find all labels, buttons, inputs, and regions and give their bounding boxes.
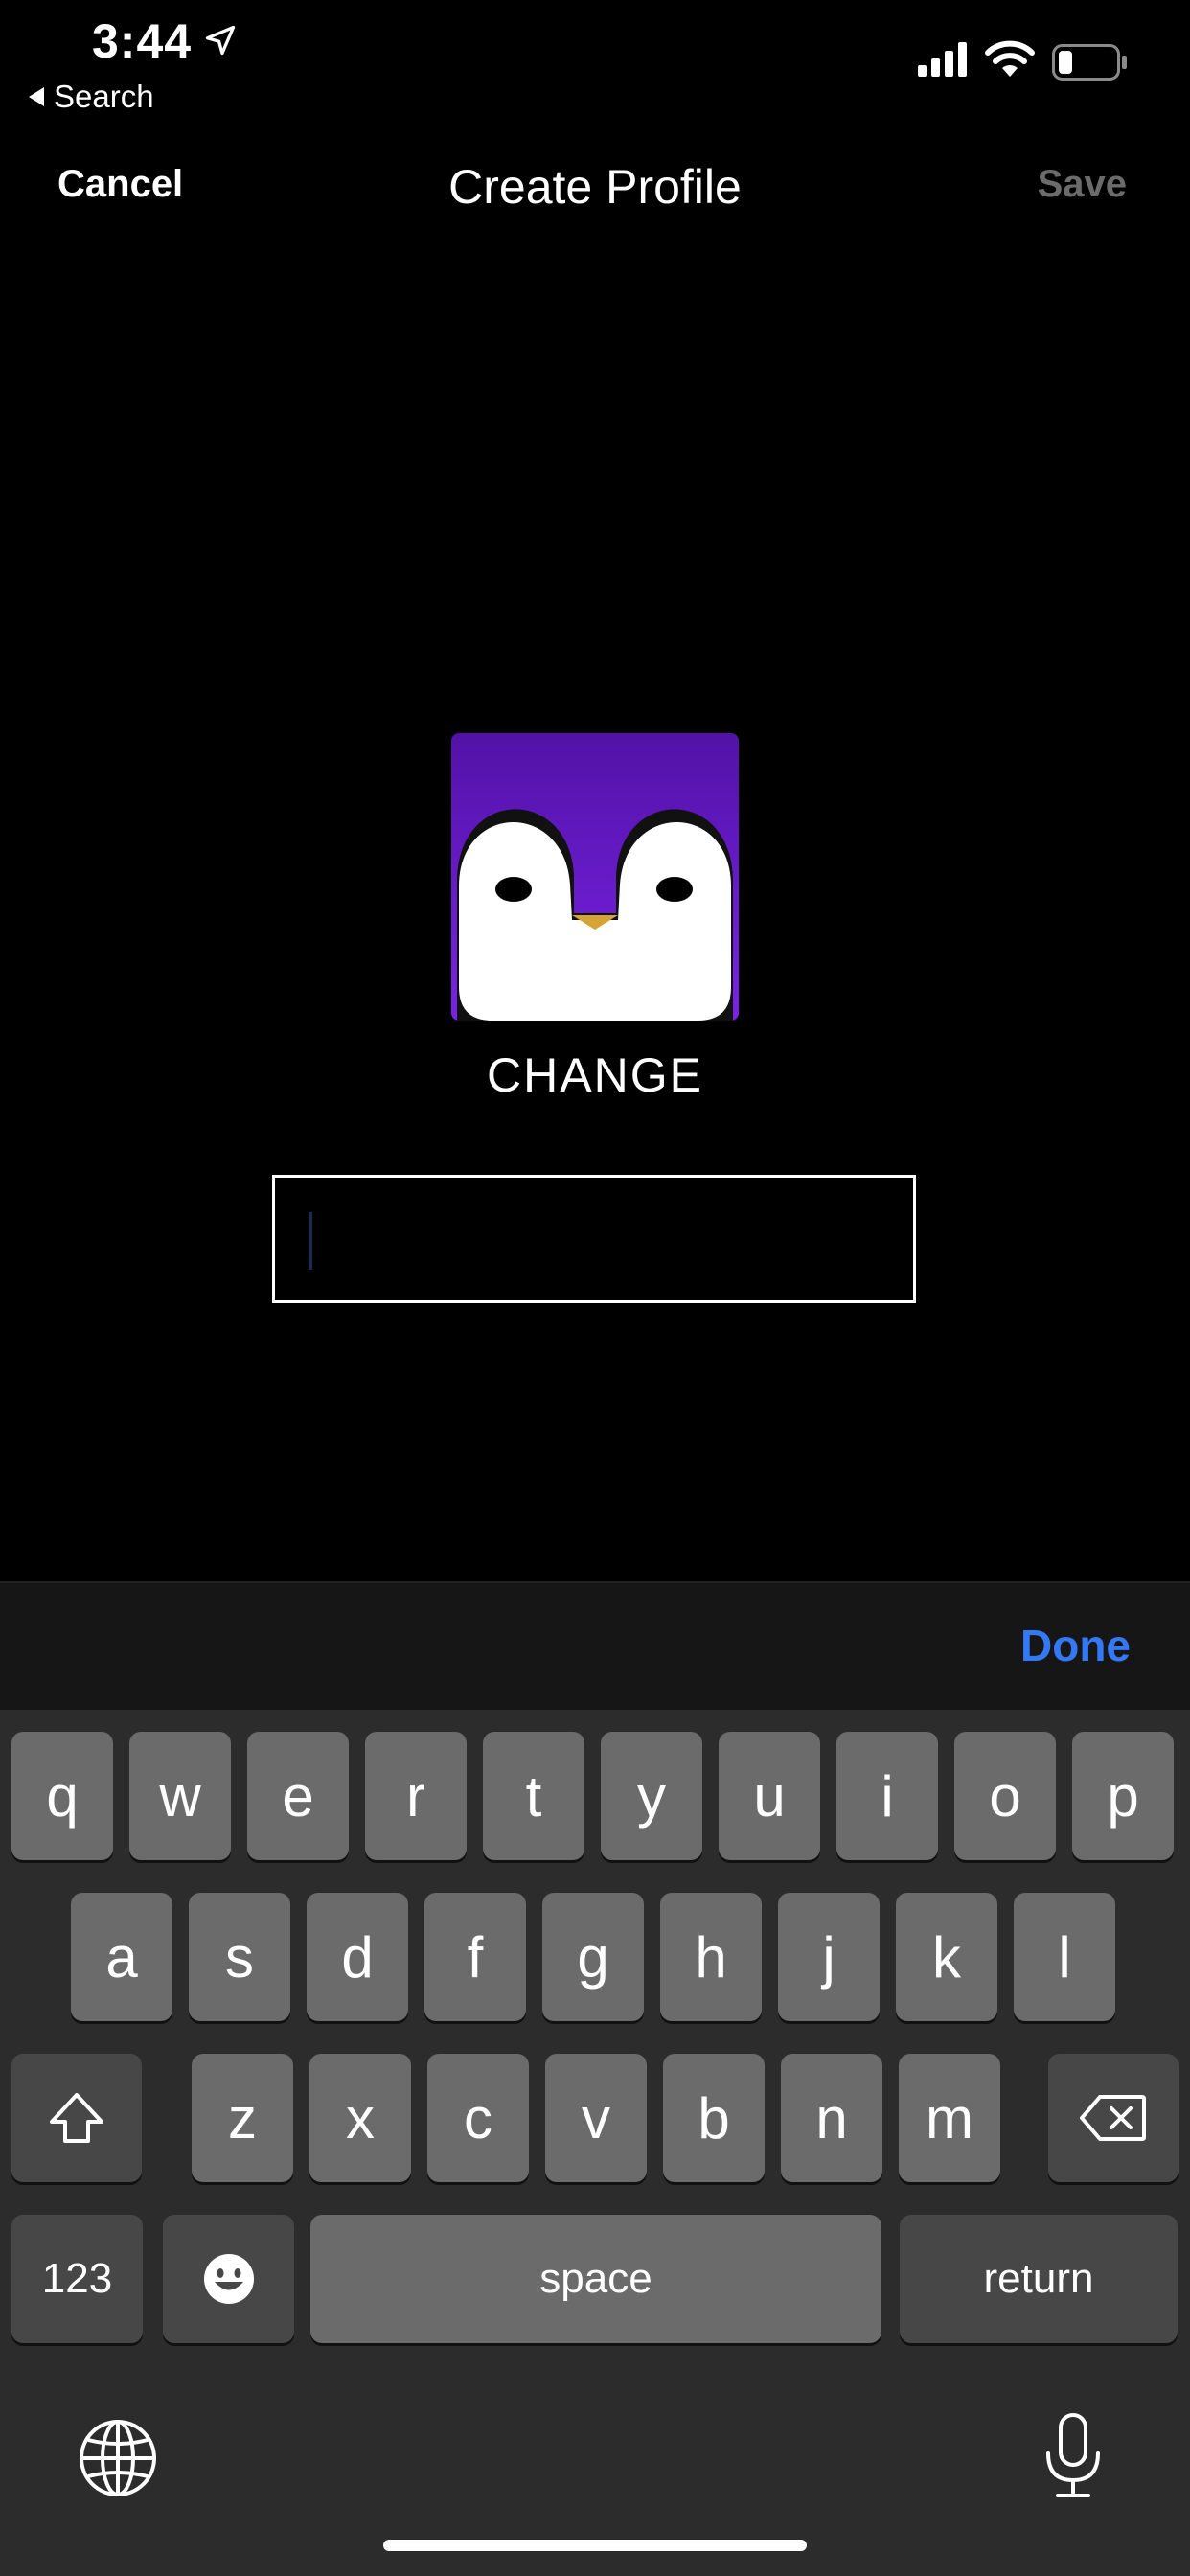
status-time: 3:44: [92, 14, 193, 68]
key-x[interactable]: x: [309, 2054, 411, 2182]
key-q[interactable]: q: [11, 1732, 113, 1860]
key-a[interactable]: a: [71, 1893, 172, 2021]
key-d[interactable]: d: [307, 1893, 408, 2021]
shift-arrow-icon: [50, 2093, 103, 2143]
back-triangle-icon: [29, 87, 44, 106]
key-i[interactable]: i: [836, 1732, 938, 1860]
emoji-key[interactable]: [163, 2215, 294, 2343]
page-title: Create Profile: [448, 160, 742, 214]
save-button[interactable]: Save: [1038, 163, 1127, 206]
cellular-signal-icon: [918, 42, 967, 77]
key-z[interactable]: z: [192, 2054, 293, 2182]
key-h[interactable]: h: [660, 1893, 762, 2021]
key-e[interactable]: e: [247, 1732, 349, 1860]
key-o[interactable]: o: [954, 1732, 1056, 1860]
change-avatar-button[interactable]: CHANGE: [0, 1047, 1190, 1103]
key-f[interactable]: f: [424, 1893, 526, 2021]
key-p[interactable]: p: [1072, 1732, 1174, 1860]
emoji-icon: [203, 2254, 254, 2304]
shift-key[interactable]: [11, 2054, 142, 2182]
globe-icon[interactable]: [77, 2417, 159, 2499]
key-c[interactable]: c: [427, 2054, 529, 2182]
key-j[interactable]: j: [778, 1893, 880, 2021]
back-label: Search: [54, 79, 154, 114]
microphone-icon[interactable]: [1042, 2411, 1104, 2503]
wifi-icon: [985, 40, 1035, 77]
key-s[interactable]: s: [189, 1893, 290, 2021]
key-y[interactable]: y: [601, 1732, 702, 1860]
text-caret: [309, 1212, 312, 1270]
key-m[interactable]: m: [899, 2054, 1000, 2182]
home-indicator[interactable]: [383, 2540, 807, 2551]
key-l[interactable]: l: [1014, 1893, 1115, 2021]
key-u[interactable]: u: [719, 1732, 820, 1860]
return-key[interactable]: return: [900, 2215, 1178, 2343]
delete-key[interactable]: [1048, 2054, 1179, 2182]
space-key[interactable]: space: [310, 2215, 881, 2343]
key-g[interactable]: g: [542, 1893, 644, 2021]
key-k[interactable]: k: [896, 1893, 997, 2021]
key-b[interactable]: b: [663, 2054, 765, 2182]
battery-icon: [1052, 44, 1127, 80]
key-w[interactable]: w: [129, 1732, 231, 1860]
backspace-icon: [1080, 2095, 1146, 2141]
numbers-key[interactable]: 123: [11, 2215, 143, 2343]
key-r[interactable]: r: [365, 1732, 467, 1860]
key-n[interactable]: n: [781, 2054, 882, 2182]
keyboard: q w e r t y u i o p a s d f g h j k l z …: [0, 1710, 1190, 2576]
key-t[interactable]: t: [483, 1732, 584, 1860]
profile-name-input[interactable]: [272, 1175, 916, 1303]
key-v[interactable]: v: [545, 2054, 647, 2182]
keyboard-accessory-bar: [0, 1581, 1190, 1711]
penguin-avatar-icon[interactable]: [451, 733, 739, 1021]
location-arrow-icon: [205, 25, 236, 56]
done-button[interactable]: Done: [1020, 1620, 1131, 1671]
back-to-search-link[interactable]: Search: [29, 79, 154, 115]
